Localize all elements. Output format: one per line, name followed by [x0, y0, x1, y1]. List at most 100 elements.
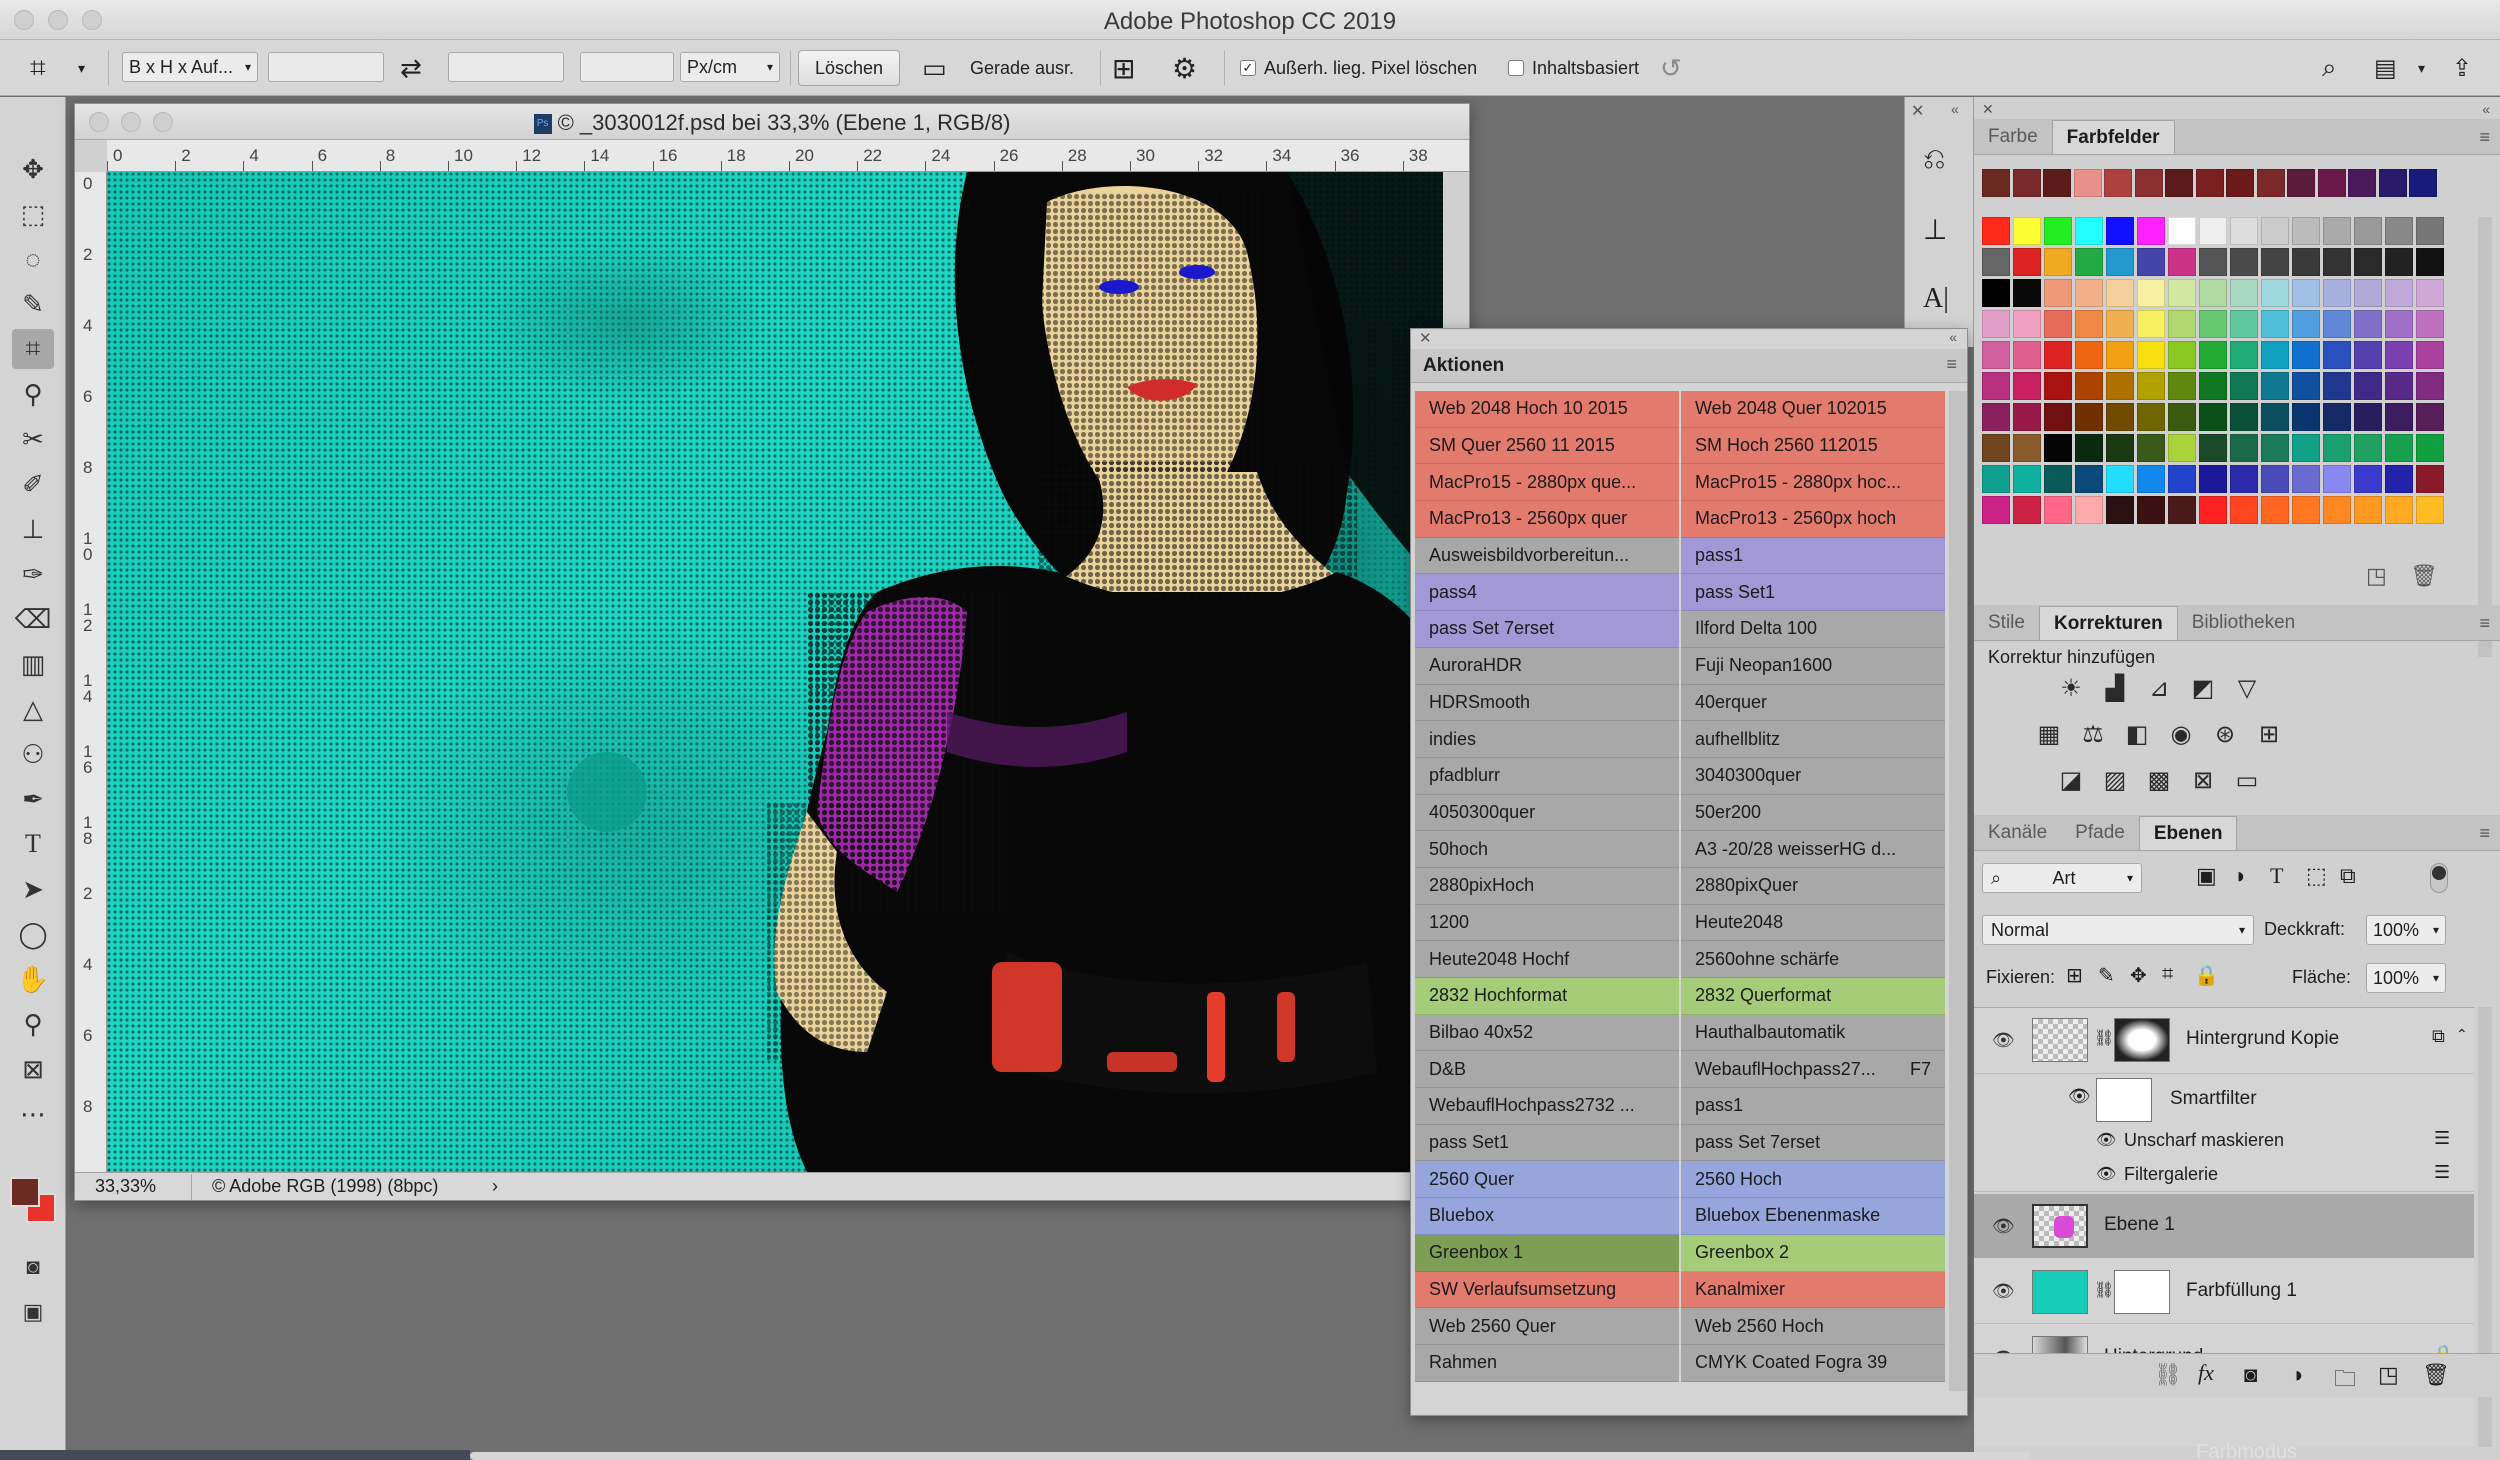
layer-name[interactable]: Hintergrund Kopie — [2186, 1028, 2339, 1050]
swatch[interactable] — [2261, 341, 2289, 369]
swatch[interactable] — [2385, 403, 2413, 431]
straighten-icon[interactable]: ▭ — [922, 52, 947, 84]
crop-ratio-select[interactable]: B x H x Auf... ▾ — [122, 52, 258, 82]
action-button[interactable]: 2880pixHoch — [1415, 867, 1679, 905]
action-button[interactable]: Bluebox Ebenenmaske — [1681, 1198, 1945, 1235]
swatch[interactable] — [2354, 496, 2382, 524]
tab-channels[interactable]: Kanäle — [1974, 816, 2061, 850]
swatch[interactable] — [2230, 217, 2258, 245]
swatch[interactable] — [2044, 434, 2072, 462]
swatch[interactable] — [1982, 217, 2010, 245]
swatch[interactable] — [2287, 169, 2315, 197]
action-button[interactable]: 50er200 — [1681, 794, 1945, 832]
quick-selection-tool-icon[interactable]: ✎ — [12, 284, 54, 324]
swatch[interactable] — [2168, 279, 2196, 307]
swatch[interactable] — [2044, 310, 2072, 338]
swatch[interactable] — [2199, 372, 2227, 400]
swatch[interactable] — [2013, 496, 2041, 524]
swatch[interactable] — [2013, 248, 2041, 276]
eyedropper-tool-icon[interactable]: ⚲ — [12, 374, 54, 414]
action-button[interactable]: WebauflHochpass2732 ... — [1415, 1088, 1679, 1125]
swatch[interactable] — [2106, 434, 2134, 462]
lock-artboard-icon[interactable]: ⌗ — [2162, 963, 2173, 986]
action-button[interactable]: Ilford Delta 100 — [1681, 611, 1945, 648]
swatch[interactable] — [2261, 248, 2289, 276]
swatch[interactable] — [2261, 465, 2289, 493]
lock-transparent-icon[interactable]: ⊞ — [2066, 963, 2083, 988]
close-icon[interactable]: ✕ — [1911, 101, 1924, 121]
swatch[interactable] — [2013, 434, 2041, 462]
layer-row-selected[interactable]: 👁 Ebene 1 — [1974, 1194, 2474, 1258]
fx-icon[interactable]: fx — [2198, 1360, 2214, 1386]
swatch[interactable] — [2385, 217, 2413, 245]
eraser-tool-icon[interactable]: ⌫ — [12, 599, 54, 639]
swatch[interactable] — [2292, 310, 2320, 338]
tab-styles[interactable]: Stile — [1974, 606, 2039, 640]
swatch[interactable] — [1982, 310, 2010, 338]
swatch[interactable] — [2199, 434, 2227, 462]
filter-name[interactable]: Unscharf maskieren — [2124, 1130, 2284, 1151]
action-button[interactable]: pass1 — [1681, 537, 1945, 575]
action-button[interactable]: 2560 Quer — [1415, 1161, 1679, 1199]
swatch[interactable] — [2199, 403, 2227, 431]
black-white-icon[interactable]: ◧ — [2120, 717, 2154, 751]
swatch[interactable] — [2165, 169, 2193, 197]
swatch[interactable] — [2323, 372, 2351, 400]
swatch[interactable] — [2385, 279, 2413, 307]
swatch[interactable] — [2323, 403, 2351, 431]
workspace-chevron-icon[interactable]: ▾ — [2418, 52, 2425, 84]
layer-filter-toggle[interactable] — [2430, 863, 2448, 893]
action-button[interactable]: aufhellblitz — [1681, 721, 1945, 758]
layer-row[interactable]: 👁 ⛓ Farbfüllung 1 — [1974, 1260, 2474, 1324]
action-button[interactable]: pass Set1 — [1415, 1124, 1679, 1162]
action-button[interactable]: Hauthalbautomatik — [1681, 1014, 1945, 1052]
swatch[interactable] — [2106, 403, 2134, 431]
swatch[interactable] — [2292, 434, 2320, 462]
gear-icon[interactable]: ⚙ — [1172, 52, 1197, 84]
layer-row[interactable]: 👁 ⛓ Hintergrund Kopie ⧉ ⌃ — [1974, 1008, 2474, 1074]
swatch[interactable] — [2106, 248, 2134, 276]
tab-adjustments[interactable]: Korrekturen — [2038, 606, 2178, 640]
blur-tool-icon[interactable]: △ — [12, 689, 54, 729]
swatch[interactable] — [1982, 279, 2010, 307]
close-icon[interactable]: ✕ — [1982, 101, 1994, 118]
swatch[interactable] — [2199, 496, 2227, 524]
swatch[interactable] — [2137, 434, 2165, 462]
action-button[interactable]: MacPro13 - 2560px hoch — [1681, 501, 1945, 538]
action-button[interactable]: SM Hoch 2560 112015 — [1681, 427, 1945, 465]
photo-filter-icon[interactable]: ◉ — [2164, 717, 2198, 751]
color-balance-icon[interactable]: ⚖ — [2076, 717, 2110, 751]
swatch[interactable] — [2416, 217, 2444, 245]
swatch[interactable] — [1982, 403, 2010, 431]
vibrance-icon[interactable]: ▽ — [2230, 671, 2264, 705]
action-button[interactable]: Heute2048 Hochf — [1415, 941, 1679, 978]
swatch[interactable] — [2106, 496, 2134, 524]
more-tools-icon[interactable]: ⋯ — [12, 1094, 54, 1134]
filter-type-layer-icon[interactable]: T — [2270, 863, 2283, 889]
straighten-label[interactable]: Gerade ausr. — [970, 52, 1074, 84]
pen-tool-icon[interactable]: ✒ — [12, 779, 54, 819]
swatch[interactable] — [2354, 341, 2382, 369]
swatch[interactable] — [2075, 372, 2103, 400]
swatch[interactable] — [1982, 248, 2010, 276]
eye-icon[interactable]: 👁 — [1992, 1216, 2015, 1237]
swatch[interactable] — [2354, 372, 2382, 400]
swatch[interactable] — [2230, 496, 2258, 524]
swatch[interactable] — [2261, 434, 2289, 462]
action-button[interactable]: pass Set 7erset — [1415, 611, 1679, 648]
invert-icon[interactable]: ◪ — [2054, 763, 2088, 797]
swatch[interactable] — [2106, 217, 2134, 245]
action-button[interactable]: Web 2048 Quer 102015 — [1681, 391, 1945, 428]
action-button[interactable]: 2560 Hoch — [1681, 1161, 1945, 1199]
lock-position-icon[interactable]: ✥ — [2130, 963, 2147, 988]
swatch[interactable] — [2195, 169, 2224, 197]
swatch[interactable] — [2199, 279, 2227, 307]
swatch[interactable] — [2044, 372, 2072, 400]
collapse-chevron-icon[interactable]: « — [1949, 329, 1957, 345]
workspace-icon[interactable]: ▤ — [2374, 52, 2397, 84]
new-layer-icon[interactable]: ◳ — [2378, 1362, 2399, 1388]
swatch[interactable] — [2199, 341, 2227, 369]
swatch[interactable] — [2137, 403, 2165, 431]
action-button[interactable]: 2880pixQuer — [1681, 867, 1945, 905]
swatch[interactable] — [2075, 465, 2103, 493]
